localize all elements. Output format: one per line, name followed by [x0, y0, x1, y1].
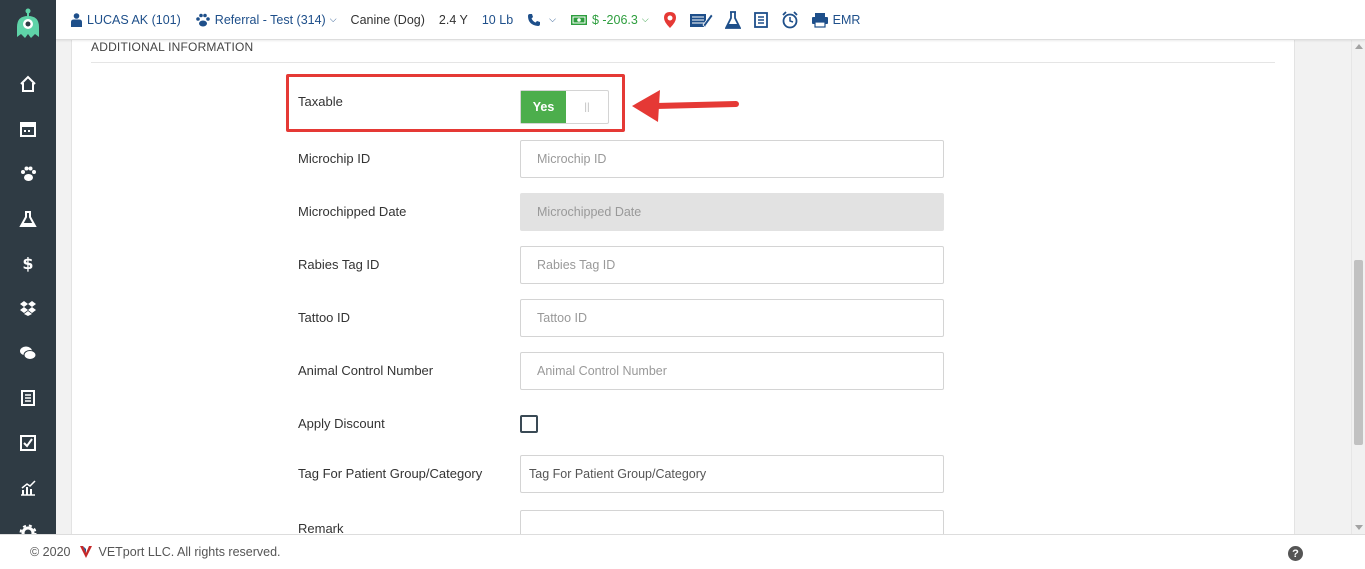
- referral-label: Referral - Test (314): [214, 12, 326, 27]
- tag-group-label: Tag For Patient Group/Category: [298, 466, 483, 481]
- cash-icon: [570, 14, 587, 25]
- dollar-icon[interactable]: $: [0, 241, 56, 285]
- microchipped-date-input[interactable]: [520, 193, 944, 231]
- patient-header-bar: LUCAS AK (101) Referral - Test (314) ⌵ C…: [56, 0, 1365, 40]
- home-icon[interactable]: [0, 62, 56, 106]
- section-title: ADDITIONAL INFORMATION: [91, 40, 254, 54]
- scroll-thumb[interactable]: [1354, 260, 1363, 445]
- calendar-icon[interactable]: [0, 107, 56, 151]
- chevron-down-icon: ⌵: [641, 14, 649, 24]
- microchipped-date-label: Microchipped Date: [298, 204, 407, 219]
- patient-name: LUCAS AK (101): [87, 12, 181, 27]
- edit-record-icon[interactable]: [689, 11, 713, 29]
- microchip-id-label: Microchip ID: [298, 151, 371, 166]
- apply-discount-checkbox[interactable]: [520, 415, 538, 433]
- section-divider: [91, 62, 1275, 63]
- invoice-icon[interactable]: [0, 376, 56, 420]
- sidebar: $: [0, 0, 56, 569]
- species-label: Canine (Dog): [350, 12, 425, 27]
- tattoo-id-input[interactable]: [520, 299, 944, 337]
- printer-icon: [811, 12, 828, 28]
- help-icon[interactable]: ?: [1288, 546, 1303, 561]
- patient-link[interactable]: LUCAS AK (101): [70, 13, 181, 27]
- phone-dropdown[interactable]: ⌵: [527, 13, 556, 27]
- taxable-toggle[interactable]: Yes ||: [520, 90, 609, 124]
- lab-flask-icon[interactable]: [724, 10, 741, 29]
- animal-control-number-label: Animal Control Number: [298, 363, 434, 378]
- phone-icon: [528, 13, 541, 26]
- app-logo[interactable]: [0, 0, 56, 48]
- paw-icon[interactable]: [0, 152, 56, 196]
- page-scrollbar[interactable]: [1351, 40, 1365, 534]
- scroll-down-arrow-icon[interactable]: [1355, 525, 1363, 530]
- doctor-icon: [71, 12, 82, 27]
- toggle-handle: ||: [584, 101, 590, 113]
- referral-dropdown[interactable]: Referral - Test (314) ⌵: [195, 13, 337, 27]
- emr-print-button[interactable]: EMR: [811, 12, 861, 28]
- chat-icon[interactable]: [0, 331, 56, 375]
- footer: © 2020 VETport LLC. All rights reserved.…: [0, 534, 1365, 569]
- rabies-tag-id-label: Rabies Tag ID: [298, 257, 380, 272]
- scroll-up-arrow-icon[interactable]: [1355, 44, 1363, 49]
- emr-label: EMR: [832, 12, 861, 27]
- monster-logo-icon: [17, 8, 39, 38]
- tattoo-id-label: Tattoo ID: [298, 310, 351, 325]
- chevron-down-icon: ⌵: [549, 14, 556, 24]
- vetport-logo-icon: [79, 545, 93, 559]
- chart-icon[interactable]: [0, 466, 56, 510]
- document-icon[interactable]: [753, 11, 769, 29]
- animal-control-number-input[interactable]: [520, 352, 944, 390]
- dropbox-icon[interactable]: [0, 286, 56, 330]
- flask-icon[interactable]: [0, 197, 56, 241]
- balance-value: $ -206.3: [591, 12, 638, 27]
- weight-link[interactable]: 10 Lb: [482, 13, 513, 27]
- annotation-arrow-icon: [632, 90, 739, 122]
- balance-dropdown[interactable]: $ -206.3 ⌵: [570, 13, 649, 27]
- svg-text:$: $: [22, 254, 33, 272]
- map-pin-icon[interactable]: [663, 11, 677, 29]
- taxable-label: Taxable: [298, 94, 343, 109]
- tag-group-input[interactable]: [520, 455, 944, 493]
- rabies-tag-id-input[interactable]: [520, 246, 944, 284]
- microchip-id-input[interactable]: [520, 140, 944, 178]
- checkbox-icon[interactable]: [0, 421, 56, 465]
- paw-icon: [195, 13, 210, 26]
- toggle-yes-label: Yes: [521, 91, 566, 123]
- alarm-clock-icon[interactable]: [781, 10, 799, 29]
- company-rights: VETport LLC. All rights reserved.: [98, 545, 281, 559]
- apply-discount-label: Apply Discount: [298, 416, 385, 431]
- age-label: 2.4 Y: [438, 12, 468, 27]
- copyright-year: © 2020: [30, 545, 71, 559]
- chevron-down-icon: ⌵: [329, 14, 337, 24]
